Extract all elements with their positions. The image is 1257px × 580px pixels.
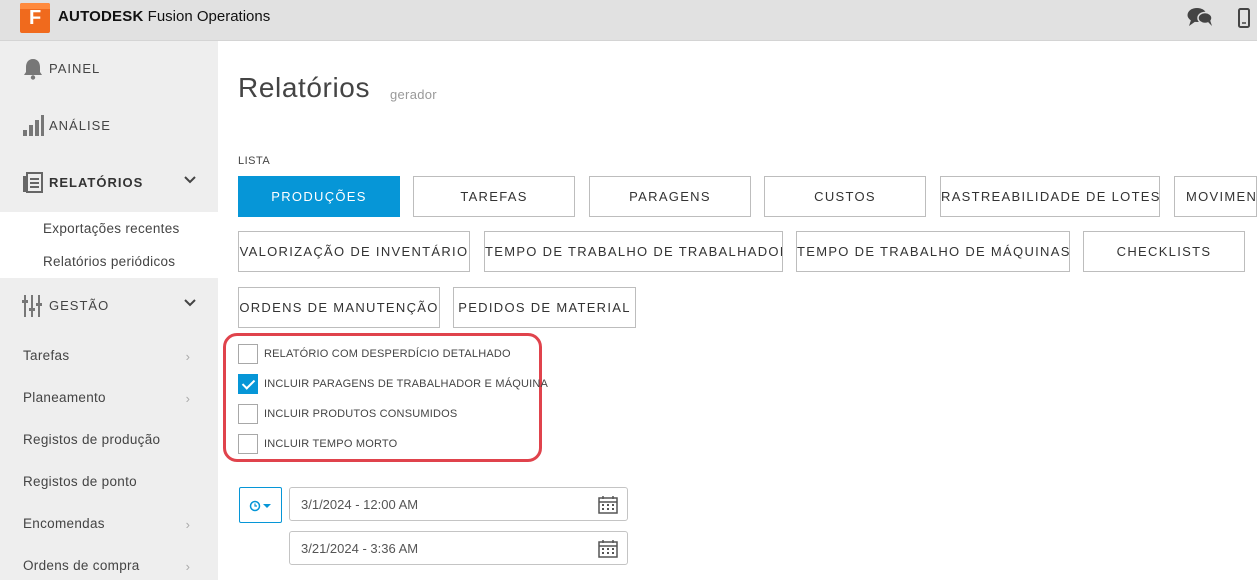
tab-custos[interactable]: CUSTOS bbox=[764, 176, 926, 217]
tab-tempo-trabalho-maquinas[interactable]: TEMPO DE TRABALHO DE MÁQUINAS bbox=[796, 231, 1070, 272]
sidebar-item-tarefas[interactable]: Tarefas › bbox=[0, 335, 218, 377]
sliders-icon bbox=[22, 295, 42, 317]
chevron-right-icon: › bbox=[185, 391, 190, 406]
checkbox-paragens-trabalhador-maquina[interactable] bbox=[238, 374, 258, 394]
sidebar-item-ordens-compra[interactable]: Ordens de compra › bbox=[0, 545, 218, 580]
tab-ordens-manutencao[interactable]: ORDENS DE MANUTENÇÃO bbox=[238, 287, 440, 328]
bell-icon bbox=[24, 59, 42, 80]
sidebar-item-registos-producao[interactable]: Registos de produção bbox=[0, 419, 218, 461]
calendar-icon[interactable] bbox=[598, 539, 618, 558]
sidebar-item-label: Encomendas bbox=[23, 516, 105, 531]
chevron-down-icon[interactable] bbox=[184, 299, 196, 307]
chevron-down-icon[interactable] bbox=[184, 176, 196, 184]
date-to-field[interactable]: 3/21/2024 - 3:36 AM bbox=[289, 531, 628, 565]
report-icon bbox=[23, 172, 43, 193]
chat-icon[interactable] bbox=[1187, 6, 1213, 28]
tab-checklists[interactable]: CHECKLISTS bbox=[1083, 231, 1245, 272]
sidebar: PAINEL ANÁLISE RELATÓRIOS Exportações re… bbox=[0, 41, 218, 580]
sidebar-item-label: Ordens de compra bbox=[23, 558, 140, 573]
sidebar-item-label: Registos de produção bbox=[23, 432, 161, 447]
sidebar-label-painel: PAINEL bbox=[49, 61, 101, 76]
tab-paragens[interactable]: PARAGENS bbox=[589, 176, 751, 217]
tab-pedidos-material[interactable]: PEDIDOS DE MATERIAL bbox=[453, 287, 636, 328]
checkbox-label: RELATÓRIO COM DESPERDÍCIO DETALHADO bbox=[264, 348, 511, 360]
date-to-value: 3/21/2024 - 3:36 AM bbox=[301, 541, 419, 556]
calendar-icon[interactable] bbox=[598, 495, 618, 514]
checkbox-produtos-consumidos[interactable] bbox=[238, 404, 258, 424]
mobile-icon[interactable] bbox=[1238, 8, 1250, 28]
chevron-right-icon: › bbox=[185, 517, 190, 532]
sidebar-item-analise[interactable]: ANÁLISE bbox=[0, 98, 218, 155]
chevron-right-icon: › bbox=[185, 559, 190, 574]
sidebar-item-painel[interactable]: PAINEL bbox=[0, 41, 218, 98]
checkbox-tempo-morto[interactable] bbox=[238, 434, 258, 454]
tab-producoes[interactable]: PRODUÇÕES bbox=[238, 176, 400, 217]
sidebar-label-gestao: GESTÃO bbox=[49, 298, 110, 313]
bar-chart-icon bbox=[23, 115, 44, 136]
sidebar-item-label: Registos de ponto bbox=[23, 474, 137, 489]
sidebar-item-label: Tarefas bbox=[23, 348, 70, 363]
tab-tarefas[interactable]: TAREFAS bbox=[413, 176, 575, 217]
sidebar-item-registos-ponto[interactable]: Registos de ponto bbox=[0, 461, 218, 503]
list-label: LISTA bbox=[238, 155, 271, 167]
sidebar-item-label: Planeamento bbox=[23, 390, 106, 405]
period-dropdown-button[interactable] bbox=[239, 487, 282, 523]
checkbox-label: INCLUIR PRODUTOS CONSUMIDOS bbox=[264, 408, 458, 420]
tab-movimentos[interactable]: MOVIMENTOS bbox=[1174, 176, 1257, 217]
tab-tempo-trabalho-trabalhador[interactable]: TEMPO DE TRABALHO DE TRABALHADOR bbox=[484, 231, 783, 272]
date-from-value: 3/1/2024 - 12:00 AM bbox=[301, 497, 419, 512]
fusion-logo[interactable]: F bbox=[20, 3, 50, 33]
sidebar-item-relatorios[interactable]: RELATÓRIOS bbox=[0, 155, 218, 212]
checkbox-desperdicio-detalhado[interactable] bbox=[238, 344, 258, 364]
sidebar-subitem-exportacoes[interactable]: Exportações recentes bbox=[43, 221, 180, 236]
clock-dropdown-icon bbox=[249, 500, 271, 512]
page-title: Relatórios bbox=[238, 72, 371, 103]
sidebar-label-relatorios: RELATÓRIOS bbox=[49, 175, 144, 190]
sidebar-subitem-periodicos[interactable]: Relatórios periódicos bbox=[43, 254, 175, 269]
brand-name: AUTODESK Fusion Operations bbox=[58, 8, 271, 25]
sidebar-item-encomendas[interactable]: Encomendas › bbox=[0, 503, 218, 545]
sidebar-item-planeamento[interactable]: Planeamento › bbox=[0, 377, 218, 419]
checkbox-label: INCLUIR PARAGENS DE TRABALHADOR E MÁQUIN… bbox=[264, 378, 549, 390]
chevron-right-icon: › bbox=[185, 349, 190, 364]
tab-rastreabilidade-lotes[interactable]: RASTREABILIDADE DE LOTES bbox=[940, 176, 1160, 217]
date-from-field[interactable]: 3/1/2024 - 12:00 AM bbox=[289, 487, 628, 521]
page-subtitle: gerador bbox=[390, 87, 437, 102]
checkbox-label: INCLUIR TEMPO MORTO bbox=[264, 438, 398, 450]
sidebar-label-analise: ANÁLISE bbox=[49, 118, 111, 133]
sidebar-item-gestao[interactable]: GESTÃO bbox=[0, 278, 218, 335]
tab-valorizacao-inventario[interactable]: VALORIZAÇÃO DE INVENTÁRIO bbox=[238, 231, 470, 272]
top-bar: F AUTODESK Fusion Operations bbox=[0, 0, 1257, 41]
